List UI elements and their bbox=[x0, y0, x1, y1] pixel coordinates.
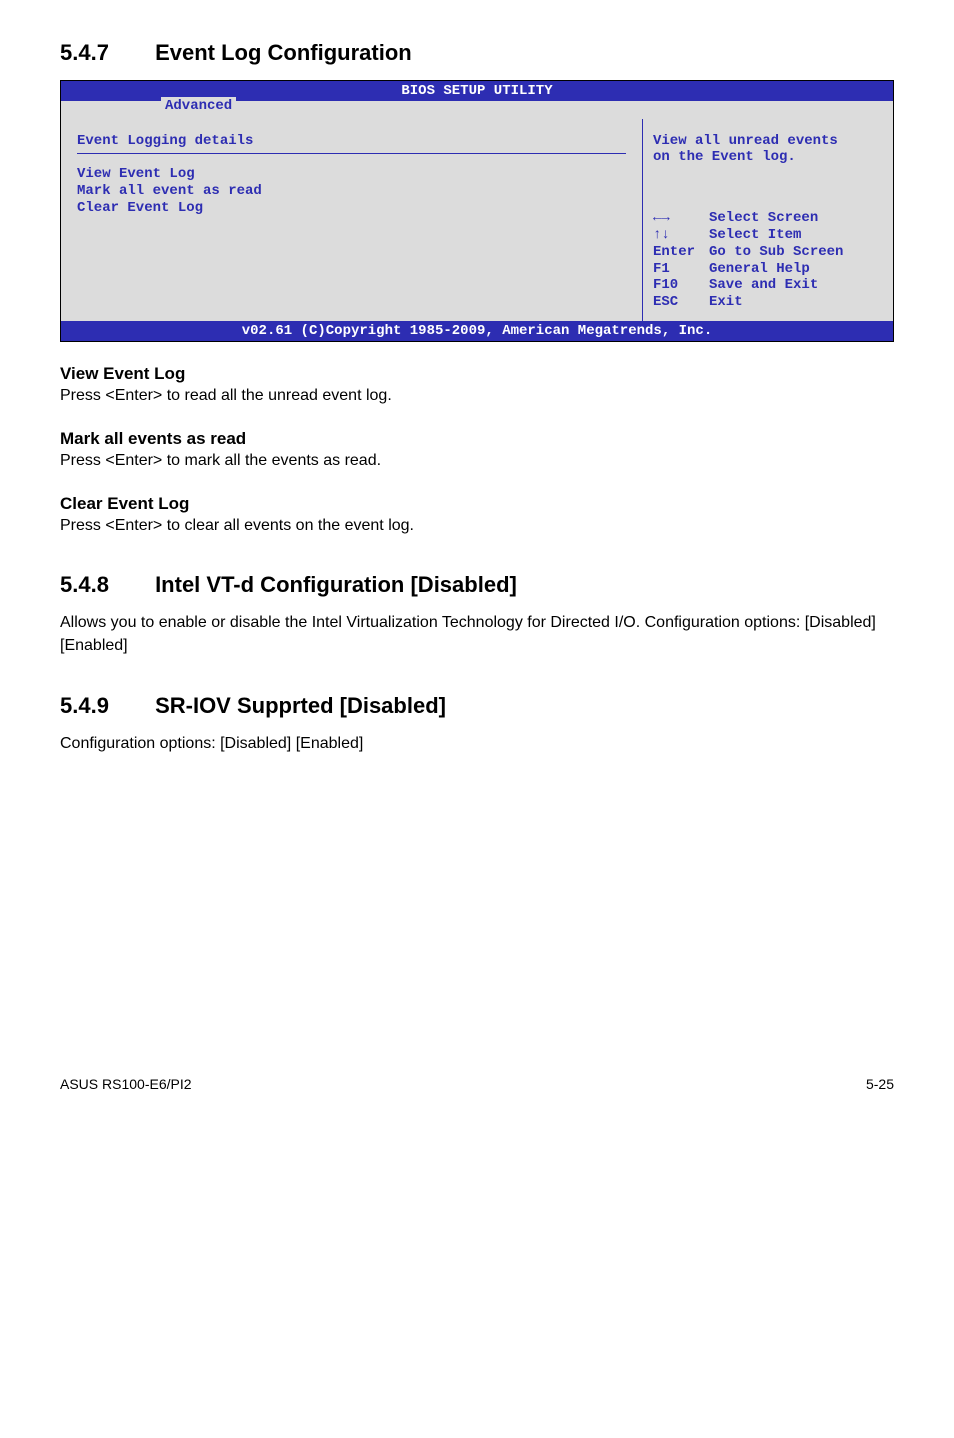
bios-help-text: View all unread events on the Event log. bbox=[653, 133, 883, 165]
bios-key-row: ←→ Select Screen bbox=[653, 210, 883, 227]
bios-key-row: Enter Go to Sub Screen bbox=[653, 244, 883, 261]
view-event-log-heading: View Event Log bbox=[60, 364, 894, 384]
bios-help-line1: View all unread events bbox=[653, 133, 883, 149]
section-548-heading: 5.4.8 Intel VT-d Configuration [Disabled… bbox=[60, 572, 894, 598]
clear-event-heading: Clear Event Log bbox=[60, 494, 894, 514]
bios-key-label: Go to Sub Screen bbox=[709, 244, 843, 261]
bios-key-label: Select Screen bbox=[709, 210, 818, 227]
bios-key-f1: F1 bbox=[653, 261, 709, 278]
arrows-ud-icon: ↑↓ bbox=[653, 227, 709, 244]
mark-all-text: Press <Enter> to mark all the events as … bbox=[60, 451, 894, 472]
bios-key-row: F10 Save and Exit bbox=[653, 277, 883, 294]
bios-menu-item-view-event-log[interactable]: View Event Log bbox=[77, 166, 626, 182]
bios-key-esc: ESC bbox=[653, 294, 709, 311]
mark-all-heading: Mark all events as read bbox=[60, 429, 894, 449]
section-548-title: Intel VT-d Configuration [Disabled] bbox=[155, 572, 517, 597]
bios-key-row: ↑↓ Select Item bbox=[653, 227, 883, 244]
section-548-text: Allows you to enable or disable the Inte… bbox=[60, 612, 894, 657]
footer-left: ASUS RS100-E6/PI2 bbox=[60, 1076, 192, 1092]
bios-title: BIOS SETUP UTILITY bbox=[401, 83, 552, 99]
bios-footer: v02.61 (C)Copyright 1985-2009, American … bbox=[61, 321, 893, 341]
footer-right: 5-25 bbox=[866, 1076, 894, 1092]
bios-key-label: Exit bbox=[709, 294, 743, 311]
bios-key-label: Save and Exit bbox=[709, 277, 818, 294]
bios-left-title: Event Logging details bbox=[77, 133, 626, 154]
bios-menu-item-clear-event-log[interactable]: Clear Event Log bbox=[77, 200, 626, 216]
bios-key-enter: Enter bbox=[653, 244, 709, 261]
bios-title-bar: BIOS SETUP UTILITY Advanced bbox=[61, 81, 893, 101]
bios-setup-window: BIOS SETUP UTILITY Advanced Event Loggin… bbox=[60, 80, 894, 342]
bios-key-f10: F10 bbox=[653, 277, 709, 294]
bios-key-label: General Help bbox=[709, 261, 810, 278]
clear-event-text: Press <Enter> to clear all events on the… bbox=[60, 516, 894, 537]
bios-tab-advanced[interactable]: Advanced bbox=[161, 97, 236, 115]
section-549-text: Configuration options: [Disabled] [Enabl… bbox=[60, 733, 894, 755]
section-547-number: 5.4.7 bbox=[60, 40, 109, 65]
bios-key-row: F1 General Help bbox=[653, 261, 883, 278]
bios-menu-item-mark-all[interactable]: Mark all event as read bbox=[77, 183, 626, 199]
bios-key-legend: ←→ Select Screen ↑↓ Select Item Enter Go… bbox=[653, 210, 883, 311]
section-547-heading: 5.4.7 Event Log Configuration bbox=[60, 40, 894, 66]
page-footer: ASUS RS100-E6/PI2 5-25 bbox=[60, 1076, 894, 1092]
section-549-title: SR-IOV Supprted [Disabled] bbox=[155, 693, 446, 718]
section-549-heading: 5.4.9 SR-IOV Supprted [Disabled] bbox=[60, 693, 894, 719]
section-548-number: 5.4.8 bbox=[60, 572, 109, 597]
bios-help-line2: on the Event log. bbox=[653, 149, 883, 165]
bios-body: Event Logging details View Event Log Mar… bbox=[61, 101, 893, 321]
bios-right-pane: View all unread events on the Event log.… bbox=[643, 119, 893, 321]
view-event-log-text: Press <Enter> to read all the unread eve… bbox=[60, 386, 894, 407]
page-content: 5.4.7 Event Log Configuration BIOS SETUP… bbox=[0, 0, 954, 1132]
section-549-number: 5.4.9 bbox=[60, 693, 109, 718]
section-547-title: Event Log Configuration bbox=[155, 40, 412, 65]
arrows-lr-icon: ←→ bbox=[653, 210, 709, 227]
bios-key-label: Select Item bbox=[709, 227, 801, 244]
bios-menu-items: View Event Log Mark all event as read Cl… bbox=[77, 166, 626, 216]
bios-key-row: ESC Exit bbox=[653, 294, 883, 311]
bios-left-pane: Event Logging details View Event Log Mar… bbox=[61, 119, 643, 321]
